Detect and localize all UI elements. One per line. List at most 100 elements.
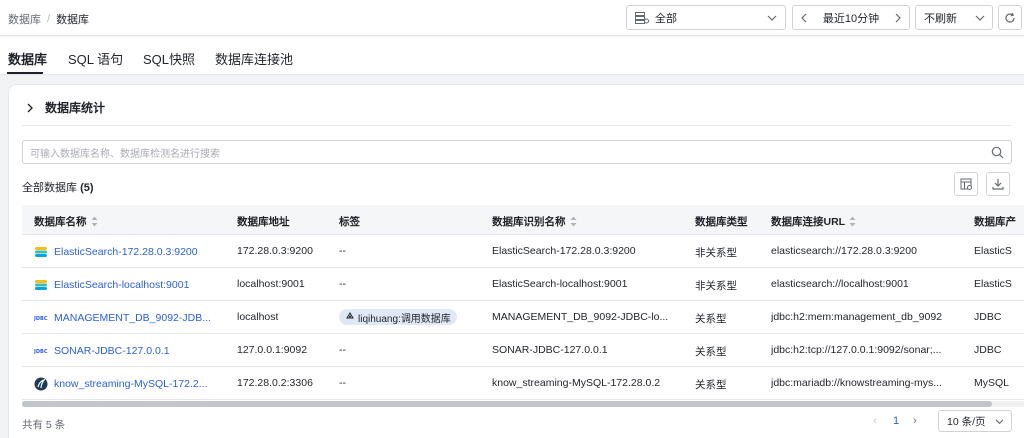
column-header-label: 标签 [339,216,360,228]
database-product: JDBC [974,344,1002,356]
column-header-label: 数据库连接URL [771,216,846,228]
tab-bar: 数据库 SQL 语句 SQL快照 数据库连接池 [0,37,1024,75]
database-product: ElasticS [974,278,1012,290]
database-list-icon [635,11,649,24]
database-count: 全部数据库 (5) [22,179,94,195]
page-size-value: 10 条/页 [947,415,986,428]
column-header-product: 数据库产 [974,214,1024,229]
tab-sql-statements[interactable]: SQL 语句 [68,49,123,68]
database-ident: MANAGEMENT_DB_9092-JDBC-lo... [492,311,669,323]
database-product: JDBC [974,311,1002,323]
next-page-button[interactable]: › [913,415,917,427]
database-type: 非关系型 [695,247,737,259]
active-tab-indicator [7,72,43,74]
search-input[interactable]: 可输入数据库名称、数据库检测名进行搜索 [22,140,1012,164]
elasticsearch-icon [34,278,48,292]
table-row: ElasticSearch-localhost:9001 localhost:9… [22,268,1024,301]
database-type: 关系型 [695,313,727,325]
count-value: (5) [80,182,94,194]
database-tag[interactable]: liqihuang:调用数据库 [339,309,457,325]
breadcrumb-root[interactable]: 数据库 [8,11,41,27]
database-card: 数据库统计 可输入数据库名称、数据库检测名进行搜索 全部数据库 (5) 数据库名… [8,84,1024,438]
database-address: 172.28.0.3:9200 [237,245,313,257]
tab-connection-pool[interactable]: 数据库连接池 [215,49,293,68]
svg-text:JDBC: JDBC [34,316,48,322]
search-placeholder: 可输入数据库名称、数据库检测名进行搜索 [30,148,220,160]
recycle-icon [346,312,354,319]
database-name-link[interactable]: ElasticSearch-localhost:9001 [34,278,189,292]
auto-refresh-value: 不刷新 [924,12,957,25]
stats-title: 数据库统计 [45,101,106,115]
column-header-name[interactable]: 数据库名称 [34,214,98,229]
elasticsearch-icon [34,245,48,259]
database-url: elasticsearch://localhost:9001 [771,278,909,290]
column-header-label: 数据库识别名称 [492,216,566,228]
download-button[interactable] [986,172,1010,196]
database-name-link[interactable]: ElasticSearch-172.28.0.3:9200 [34,245,198,259]
sort-icon[interactable] [570,216,577,227]
database-tag: -- [339,245,346,257]
chevron-right-icon [27,103,33,112]
column-header-label: 数据库地址 [237,216,290,228]
table-settings-icon [960,178,972,190]
page-size-select[interactable]: 10 条/页 [938,410,1012,432]
database-tag: -- [339,278,346,290]
table-row: ElasticSearch-172.28.0.3:9200 172.28.0.3… [22,235,1024,268]
database-name-link[interactable]: know_streaming-MySQL-172.2... [34,377,207,391]
table-row: know_streaming-MySQL-172.2... 172.28.0.2… [22,367,1024,400]
mysql-icon [34,377,48,391]
scrollbar-thumb[interactable] [22,401,992,407]
database-tag: -- [339,344,346,356]
database-address: 127.0.0.1:9092 [237,344,308,356]
database-address: 172.28.0.2:3306 [237,377,313,389]
database-filter-value: 全部 [655,12,677,25]
database-product: MySQL [974,377,1010,389]
database-name: ElasticSearch-172.28.0.3:9200 [54,246,198,258]
database-ident: SONAR-JDBC-127.0.0.1 [492,344,608,356]
horizontal-scrollbar[interactable] [22,401,1024,407]
database-name-link[interactable]: JDBC SONAR-JDBC-127.0.0.1 [34,344,170,358]
chevron-down-icon [995,419,1004,425]
auto-refresh-select[interactable]: 不刷新 [915,5,993,30]
sort-icon[interactable] [849,216,856,227]
table-header: 数据库名称 数据库地址 标签 数据库识别名称 数据库类型 数据库连接URL 数据… [22,205,1024,235]
sort-icon[interactable] [91,216,98,227]
breadcrumb-separator: / [47,13,51,25]
chevron-right-icon [895,13,901,22]
database-address: localhost:9001 [237,278,305,290]
time-next-button[interactable] [887,6,909,29]
database-ident: know_streaming-MySQL-172.28.0.2 [492,377,661,389]
download-icon [992,179,1004,190]
tag-label: liqihuang:调用数据库 [358,313,451,325]
divider [22,125,1012,126]
count-label: 全部数据库 [22,182,77,194]
refresh-icon [1005,12,1015,23]
column-settings-button[interactable] [954,172,978,196]
database-name-link[interactable]: JDBC MANAGEMENT_DB_9092-JDB... [34,311,211,325]
database-tag: -- [339,377,346,389]
column-header-label: 数据库类型 [695,216,748,228]
database-name: MANAGEMENT_DB_9092-JDB... [54,312,211,324]
column-header-address: 数据库地址 [237,214,290,229]
database-filter-select[interactable]: 全部 [626,5,786,30]
time-range-value: 最近10分钟 [822,12,880,25]
jdbc-icon: JDBC [34,344,48,358]
top-bar: 数据库 / 数据库 全部 最近10分钟 不刷新 [0,0,1024,36]
table-row: JDBC MANAGEMENT_DB_9092-JDB... localhost… [22,301,1024,334]
refresh-button[interactable] [998,5,1022,30]
database-name: ElasticSearch-localhost:9001 [54,279,190,291]
database-product: ElasticS [974,245,1012,257]
database-url: jdbc:h2:tcp://127.0.0.1:9092/sonar;... [771,344,942,356]
page-number-button[interactable]: 1 [893,415,899,427]
search-icon[interactable] [991,146,1004,159]
prev-page-button[interactable]: ‹ [873,415,877,427]
stats-toggle[interactable]: 数据库统计 [25,99,105,116]
column-header-ident[interactable]: 数据库识别名称 [492,214,577,229]
chevron-down-icon [767,15,777,21]
tab-sql-snapshot[interactable]: SQL快照 [143,49,195,68]
time-range-picker[interactable]: 最近10分钟 [792,5,910,30]
tab-database[interactable]: 数据库 [8,49,47,68]
column-header-url[interactable]: 数据库连接URL [771,214,856,229]
chevron-down-icon [975,15,985,21]
time-prev-button[interactable] [793,6,815,29]
